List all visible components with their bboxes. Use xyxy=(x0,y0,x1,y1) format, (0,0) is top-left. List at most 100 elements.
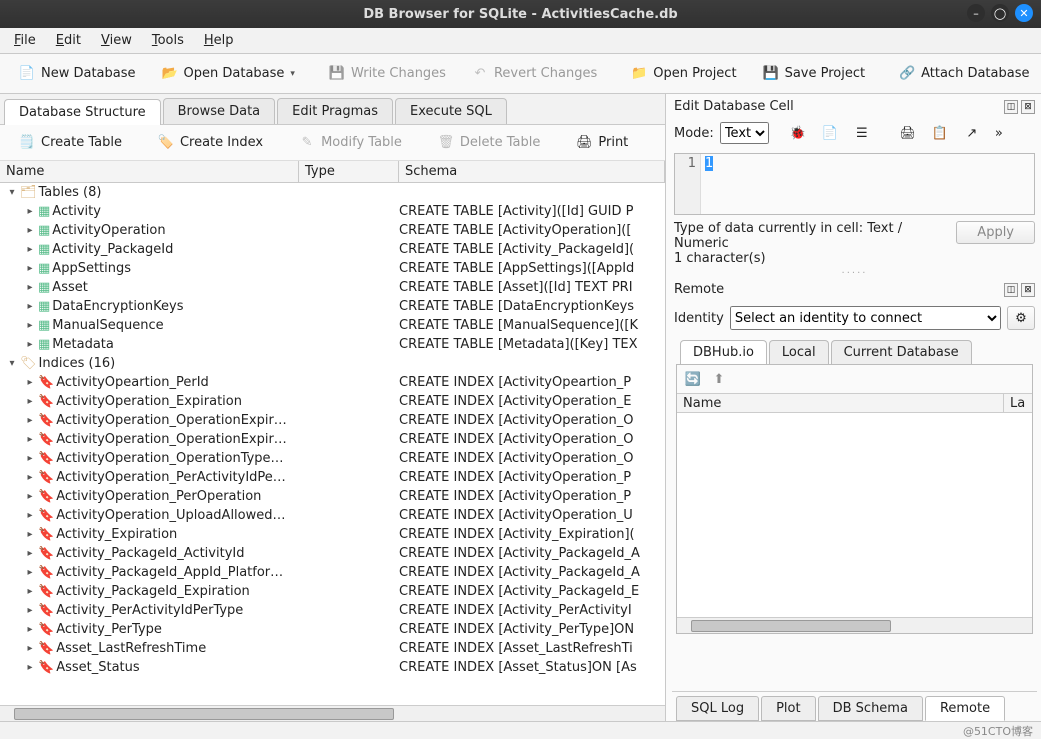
remote-scrollbar[interactable] xyxy=(677,617,1032,633)
undock-icon[interactable]: ◫ xyxy=(1004,100,1018,114)
tree-row[interactable]: ▸🔖 Activity_ExpirationCREATE INDEX [Acti… xyxy=(0,525,665,544)
tree-twist-icon[interactable]: ▸ xyxy=(24,548,36,559)
tree-row[interactable]: ▸🔖 ActivityOpeartion_PerIdCREATE INDEX [… xyxy=(0,373,665,392)
tree-row[interactable]: ▸🔖 Activity_PerTypeCREATE INDEX [Activit… xyxy=(0,620,665,639)
tree-twist-icon[interactable]: ▾ xyxy=(6,187,18,198)
tree-row[interactable]: ▸🔖 Activity_PackageId_ExpirationCREATE I… xyxy=(0,582,665,601)
tree-twist-icon[interactable]: ▸ xyxy=(24,396,36,407)
refresh-icon[interactable]: 🔄 xyxy=(685,371,701,387)
tree-header-type[interactable]: Type xyxy=(299,161,399,182)
close-panel-icon[interactable]: ⊠ xyxy=(1021,100,1035,114)
bottom-tab-sqllog[interactable]: SQL Log xyxy=(676,696,759,721)
attach-database-button[interactable]: 🔗 Attach Database xyxy=(890,61,1038,87)
tree-row[interactable]: ▸🔖 ActivityOperation_PerActivityIdPe…CRE… xyxy=(0,468,665,487)
mode-overflow[interactable]: » xyxy=(991,126,1007,141)
dropdown-icon[interactable]: ▾ xyxy=(290,69,295,79)
menu-file[interactable]: File xyxy=(6,31,44,50)
tree-row[interactable]: ▸🔖 Asset_StatusCREATE INDEX [Asset_Statu… xyxy=(0,658,665,677)
tree-row[interactable]: ▸▦ DataEncryptionKeysCREATE TABLE [DataE… xyxy=(0,297,665,316)
tree-twist-icon[interactable]: ▸ xyxy=(24,415,36,426)
remote-header-name[interactable]: Name xyxy=(677,394,1004,412)
panel-grip[interactable]: ····· xyxy=(672,268,1037,279)
mode-select[interactable]: Text xyxy=(720,122,769,144)
tree-header-schema[interactable]: Schema xyxy=(399,161,665,182)
tree-twist-icon[interactable]: ▸ xyxy=(24,434,36,445)
print-cell-icon[interactable]: 🖨 xyxy=(895,121,921,145)
text-doc-icon[interactable]: 📄 xyxy=(817,121,843,145)
tree-twist-icon[interactable]: ▸ xyxy=(24,662,36,673)
tree-row[interactable]: ▸▦ ActivityOperationCREATE TABLE [Activi… xyxy=(0,221,665,240)
tree-row[interactable]: ▸▦ Activity_PackageIdCREATE TABLE [Activ… xyxy=(0,240,665,259)
tree-row[interactable]: ▸▦ MetadataCREATE TABLE [Metadata]([Key]… xyxy=(0,335,665,354)
horizontal-scrollbar[interactable] xyxy=(0,705,665,721)
tree-twist-icon[interactable]: ▸ xyxy=(24,282,36,293)
create-table-button[interactable]: 🗒️ Create Table xyxy=(10,130,131,156)
tree-twist-icon[interactable]: ▸ xyxy=(24,624,36,635)
menu-tools[interactable]: Tools xyxy=(144,31,192,50)
tree-row[interactable]: ▸🔖 Activity_PerActivityIdPerTypeCREATE I… xyxy=(0,601,665,620)
tree-twist-icon[interactable]: ▸ xyxy=(24,529,36,540)
tab-execute-sql[interactable]: Execute SQL xyxy=(395,98,507,124)
menu-edit[interactable]: Edit xyxy=(48,31,89,50)
upload-icon[interactable]: ⬆ xyxy=(711,371,727,387)
open-database-button[interactable]: 📂 Open Database ▾ xyxy=(153,61,304,87)
create-index-button[interactable]: 🏷️ Create Index xyxy=(149,130,272,156)
tree-twist-icon[interactable]: ▸ xyxy=(24,225,36,236)
tree-twist-icon[interactable]: ▸ xyxy=(24,206,36,217)
tree-row[interactable]: ▸🔖 ActivityOperation_UploadAllowed…CREAT… xyxy=(0,506,665,525)
remote-list[interactable] xyxy=(677,413,1032,617)
remote-header-la[interactable]: La xyxy=(1004,394,1032,412)
schema-tree[interactable]: ▾🗂 Tables (8)▸▦ ActivityCREATE TABLE [Ac… xyxy=(0,183,665,705)
tree-twist-icon[interactable]: ▸ xyxy=(24,567,36,578)
cell-editor[interactable]: 1 1 xyxy=(674,153,1035,215)
tree-twist-icon[interactable]: ▸ xyxy=(24,643,36,654)
tree-twist-icon[interactable]: ▸ xyxy=(24,491,36,502)
undock-remote-icon[interactable]: ◫ xyxy=(1004,283,1018,297)
tree-twist-icon[interactable]: ▸ xyxy=(24,263,36,274)
open-project-button[interactable]: 📁 Open Project xyxy=(622,61,745,87)
save-project-button[interactable]: 💾 Save Project xyxy=(754,61,875,87)
tab-edit-pragmas[interactable]: Edit Pragmas xyxy=(277,98,393,124)
tree-row[interactable]: ▾🏷 Indices (16) xyxy=(0,354,665,373)
tree-header-name[interactable]: Name xyxy=(0,161,299,182)
remote-tab-dbhub[interactable]: DBHub.io xyxy=(680,340,767,364)
tab-database-structure[interactable]: Database Structure xyxy=(4,99,161,125)
tree-row[interactable]: ▸🔖 Asset_LastRefreshTimeCREATE INDEX [As… xyxy=(0,639,665,658)
tree-row[interactable]: ▸▦ AppSettingsCREATE TABLE [AppSettings]… xyxy=(0,259,665,278)
tree-row[interactable]: ▸🔖 Activity_PackageId_AppId_Platfor…CREA… xyxy=(0,563,665,582)
identity-select[interactable]: Select an identity to connect xyxy=(730,306,1001,330)
maximize-button[interactable]: ◯ xyxy=(991,4,1009,22)
tree-row[interactable]: ▸🔖 ActivityOperation_ExpirationCREATE IN… xyxy=(0,392,665,411)
tree-twist-icon[interactable]: ▸ xyxy=(24,605,36,616)
tree-twist-icon[interactable]: ▸ xyxy=(24,339,36,350)
remote-tab-current[interactable]: Current Database xyxy=(831,340,972,364)
format-icon[interactable]: 🐞 xyxy=(785,121,811,145)
tree-row[interactable]: ▸🔖 ActivityOperation_OperationExpir…CREA… xyxy=(0,411,665,430)
bottom-tab-plot[interactable]: Plot xyxy=(761,696,816,721)
tree-row[interactable]: ▾🗂 Tables (8) xyxy=(0,183,665,202)
identity-settings-icon[interactable]: ⚙ xyxy=(1007,306,1035,330)
apply-button[interactable]: Apply xyxy=(956,221,1035,244)
tree-row[interactable]: ▸▦ ActivityCREATE TABLE [Activity]([Id] … xyxy=(0,202,665,221)
print-button[interactable]: 🖨 Print xyxy=(567,130,637,156)
close-remote-icon[interactable]: ⊠ xyxy=(1021,283,1035,297)
minimize-button[interactable]: – xyxy=(967,4,985,22)
menu-view[interactable]: View xyxy=(93,31,140,50)
tree-twist-icon[interactable]: ▸ xyxy=(24,472,36,483)
tree-twist-icon[interactable]: ▸ xyxy=(24,377,36,388)
remote-tab-local[interactable]: Local xyxy=(769,340,829,364)
new-database-button[interactable]: 📄 New Database xyxy=(10,61,145,87)
tree-row[interactable]: ▸🔖 ActivityOperation_OperationExpir…CREA… xyxy=(0,430,665,449)
tree-twist-icon[interactable]: ▾ xyxy=(6,358,18,369)
tree-row[interactable]: ▸▦ ManualSequenceCREATE TABLE [ManualSeq… xyxy=(0,316,665,335)
bottom-tab-remote[interactable]: Remote xyxy=(925,696,1005,721)
tree-twist-icon[interactable]: ▸ xyxy=(24,320,36,331)
tree-row[interactable]: ▸🔖 ActivityOperation_PerOperationCREATE … xyxy=(0,487,665,506)
tree-twist-icon[interactable]: ▸ xyxy=(24,453,36,464)
tree-row[interactable]: ▸🔖 Activity_PackageId_ActivityIdCREATE I… xyxy=(0,544,665,563)
tab-browse-data[interactable]: Browse Data xyxy=(163,98,276,124)
cell-content[interactable]: 1 xyxy=(705,156,713,171)
tree-row[interactable]: ▸▦ AssetCREATE TABLE [Asset]([Id] TEXT P… xyxy=(0,278,665,297)
menu-help[interactable]: Help xyxy=(196,31,242,50)
tree-twist-icon[interactable]: ▸ xyxy=(24,510,36,521)
